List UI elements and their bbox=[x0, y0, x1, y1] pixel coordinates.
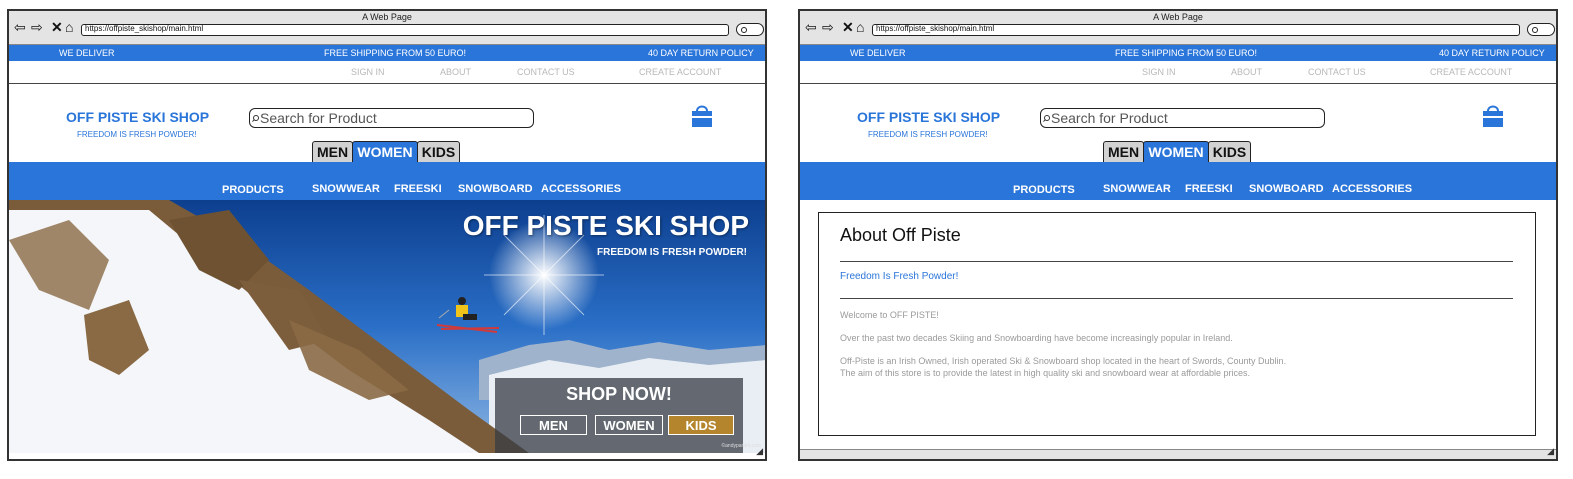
account-links: SIGN IN ABOUT CONTACT US CREATE ACCOUNT bbox=[9, 61, 765, 84]
hero-title: OFF PISTE SKI SHOP bbox=[462, 210, 749, 241]
search-input[interactable] bbox=[260, 110, 520, 126]
resize-grip-icon[interactable]: ◢ bbox=[1547, 446, 1554, 457]
brand-tagline: FREEDOM IS FRESH POWDER! bbox=[868, 130, 988, 139]
nav-snowboard[interactable]: SNOWBOARD bbox=[1249, 183, 1324, 195]
promo-shipping: FREE SHIPPING FROM 50 EURO! bbox=[1115, 48, 1258, 58]
shop-now-panel: SHOP NOW! MEN WOMEN KIDS bbox=[495, 378, 743, 453]
home-page-window: A Web Page ⇦ ⇨ ✕ ⌂ https://offpiste_skis… bbox=[7, 9, 767, 461]
promo-bar: WE DELIVER FREE SHIPPING FROM 50 EURO! 4… bbox=[800, 45, 1556, 61]
promo-shipping: FREE SHIPPING FROM 50 EURO! bbox=[324, 48, 467, 58]
account-links: SIGN IN ABOUT CONTACT US CREATE ACCOUNT bbox=[800, 61, 1556, 84]
category-nav: PRODUCTS SNOWWEAR FREESKI SNOWBOARD ACCE… bbox=[9, 162, 765, 200]
window-title: A Web Page bbox=[362, 12, 412, 22]
contact-us-link[interactable]: CONTACT US bbox=[517, 67, 575, 77]
about-subtitle: Freedom Is Fresh Powder! bbox=[840, 271, 959, 282]
close-x-icon[interactable]: ✕ bbox=[51, 20, 63, 34]
shop-men-button[interactable]: MEN bbox=[520, 415, 587, 435]
nav-products[interactable]: PRODUCTS bbox=[222, 184, 284, 196]
status-bar bbox=[800, 449, 1556, 459]
about-paragraph: Over the past two decades Skiing and Sno… bbox=[840, 333, 1233, 343]
about-paragraph: Off-Piste is an Irish Owned, Irish opera… bbox=[840, 356, 1287, 366]
category-nav: PRODUCTS SNOWWEAR FREESKI SNOWBOARD ACCE… bbox=[800, 162, 1556, 200]
divider bbox=[840, 298, 1513, 299]
back-arrow-icon[interactable]: ⇦ bbox=[805, 20, 817, 34]
url-bar[interactable]: https://offpiste_skishop/main.html bbox=[872, 24, 1520, 36]
sign-in-link[interactable]: SIGN IN bbox=[351, 67, 385, 77]
url-text: https://offpiste_skishop/main.html bbox=[85, 24, 204, 33]
create-account-link[interactable]: CREATE ACCOUNT bbox=[1430, 67, 1512, 77]
brand-logo-text[interactable]: OFF PISTE SKI SHOP bbox=[66, 109, 209, 125]
home-icon[interactable]: ⌂ bbox=[856, 20, 864, 34]
promo-returns: 40 DAY RETURN POLICY bbox=[648, 48, 754, 58]
tab-men[interactable]: MEN bbox=[312, 141, 353, 162]
search-icon bbox=[253, 115, 259, 121]
promo-delivery: WE DELIVER bbox=[59, 48, 115, 58]
browser-search-box[interactable] bbox=[736, 23, 764, 36]
tab-kids[interactable]: KIDS bbox=[1208, 141, 1251, 162]
divider bbox=[840, 261, 1513, 262]
url-bar[interactable]: https://offpiste_skishop/main.html bbox=[81, 24, 729, 36]
forward-arrow-icon[interactable]: ⇨ bbox=[822, 20, 834, 34]
browser-search-box[interactable] bbox=[1527, 23, 1555, 36]
brand-tagline: FREEDOM IS FRESH POWDER! bbox=[77, 130, 197, 139]
shopping-bag-icon[interactable] bbox=[689, 103, 715, 129]
sign-in-link[interactable]: SIGN IN bbox=[1142, 67, 1176, 77]
tab-men[interactable]: MEN bbox=[1103, 141, 1144, 162]
shop-kids-button[interactable]: KIDS bbox=[668, 415, 734, 435]
tab-women[interactable]: WOMEN bbox=[1143, 141, 1209, 162]
photo-credit: ©andyparant.com bbox=[721, 443, 761, 449]
search-input[interactable] bbox=[1051, 110, 1311, 126]
about-paragraph: Welcome to OFF PISTE! bbox=[840, 310, 939, 320]
close-x-icon[interactable]: ✕ bbox=[842, 20, 854, 34]
promo-returns: 40 DAY RETURN POLICY bbox=[1439, 48, 1545, 58]
create-account-link[interactable]: CREATE ACCOUNT bbox=[639, 67, 721, 77]
nav-freeski[interactable]: FREESKI bbox=[1185, 183, 1233, 195]
home-icon[interactable]: ⌂ bbox=[65, 20, 73, 34]
nav-snowboard[interactable]: SNOWBOARD bbox=[458, 183, 533, 195]
about-panel: About Off Piste Freedom Is Fresh Powder!… bbox=[818, 212, 1536, 436]
promo-bar: WE DELIVER FREE SHIPPING FROM 50 EURO! 4… bbox=[9, 45, 765, 61]
shop-now-heading: SHOP NOW! bbox=[566, 384, 672, 404]
nav-snowwear[interactable]: SNOWWEAR bbox=[1103, 183, 1171, 195]
hero-banner: OFF PISTE SKI SHOP FREEDOM IS FRESH POWD… bbox=[9, 200, 765, 453]
about-link[interactable]: ABOUT bbox=[440, 67, 471, 77]
search-icon bbox=[1044, 115, 1050, 121]
product-search[interactable] bbox=[249, 108, 534, 128]
about-title: About Off Piste bbox=[840, 225, 961, 245]
resize-grip-icon[interactable]: ◢ bbox=[756, 446, 763, 457]
window-title: A Web Page bbox=[1153, 12, 1203, 22]
nav-accessories[interactable]: ACCESSORIES bbox=[1332, 183, 1412, 195]
shopping-bag-icon[interactable] bbox=[1480, 103, 1506, 129]
browser-titlebar: A Web Page ⇦ ⇨ ✕ ⌂ https://offpiste_skis… bbox=[800, 11, 1556, 45]
contact-us-link[interactable]: CONTACT US bbox=[1308, 67, 1366, 77]
nav-snowwear[interactable]: SNOWWEAR bbox=[312, 183, 380, 195]
hero-subtitle: FREEDOM IS FRESH POWDER! bbox=[596, 247, 747, 258]
url-text: https://offpiste_skishop/main.html bbox=[876, 24, 995, 33]
shop-women-button[interactable]: WOMEN bbox=[595, 415, 663, 435]
back-arrow-icon[interactable]: ⇦ bbox=[14, 20, 26, 34]
brand-logo-text[interactable]: OFF PISTE SKI SHOP bbox=[857, 109, 1000, 125]
about-paragraph: The aim of this store is to provide the … bbox=[840, 368, 1251, 378]
browser-titlebar: A Web Page ⇦ ⇨ ✕ ⌂ https://offpiste_skis… bbox=[9, 11, 765, 45]
forward-arrow-icon[interactable]: ⇨ bbox=[31, 20, 43, 34]
nav-accessories[interactable]: ACCESSORIES bbox=[541, 183, 621, 195]
nav-products[interactable]: PRODUCTS bbox=[1013, 184, 1075, 196]
tab-women[interactable]: WOMEN bbox=[352, 141, 418, 162]
about-link[interactable]: ABOUT bbox=[1231, 67, 1262, 77]
tab-kids[interactable]: KIDS bbox=[417, 141, 460, 162]
nav-freeski[interactable]: FREESKI bbox=[394, 183, 442, 195]
promo-delivery: WE DELIVER bbox=[850, 48, 906, 58]
about-page-window: A Web Page ⇦ ⇨ ✕ ⌂ https://offpiste_skis… bbox=[798, 9, 1558, 461]
product-search[interactable] bbox=[1040, 108, 1325, 128]
